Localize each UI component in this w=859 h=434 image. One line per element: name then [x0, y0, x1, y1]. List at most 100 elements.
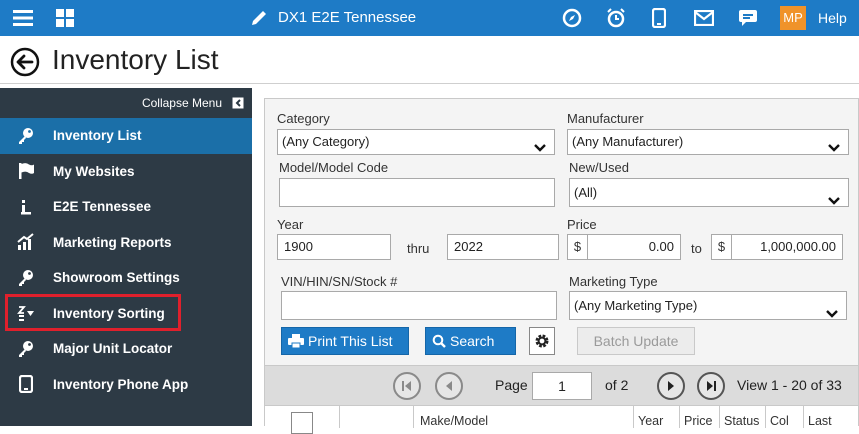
pencil-icon[interactable]: [248, 0, 270, 36]
model-input[interactable]: [279, 178, 555, 207]
sidebar-item-marketing-reports[interactable]: Marketing Reports: [0, 225, 252, 261]
chevron-down-icon: [826, 301, 838, 328]
print-list-label: Print This List: [308, 333, 393, 349]
compass-icon[interactable]: [560, 0, 584, 36]
back-arrow-icon[interactable]: [10, 47, 40, 82]
collapse-menu-label: Collapse Menu: [141, 96, 222, 110]
sidebar-item-major-unit-locator[interactable]: Major Unit Locator: [0, 331, 252, 367]
pagination-bar: Page 1 of 2 View 1 - 20 of 33: [265, 365, 858, 405]
collapse-menu-button[interactable]: Collapse Menu: [142, 96, 244, 110]
select-all-checkbox[interactable]: [291, 412, 313, 434]
page-label: Page: [495, 377, 528, 393]
search-label: Search: [450, 333, 495, 349]
view-range: View 1 - 20 of 33: [737, 377, 842, 393]
print-list-button[interactable]: Print This List: [281, 327, 409, 355]
price-to-value: 1,000,000.00: [760, 239, 836, 254]
sidebar-item-label: Showroom Settings: [53, 270, 180, 286]
page-count: of 2: [605, 377, 629, 393]
key-icon: [16, 126, 36, 146]
column-header-year[interactable]: Year: [633, 406, 679, 428]
price-to-input[interactable]: $ 1,000,000.00: [711, 234, 843, 260]
sidebar-item-label: Marketing Reports: [53, 234, 172, 250]
search-button[interactable]: Search: [425, 327, 516, 355]
sidebar-item-showroom-settings[interactable]: Showroom Settings: [0, 260, 252, 296]
column-header-blank: [339, 406, 413, 428]
sidebar-item-label: My Websites: [53, 163, 135, 179]
key-icon: [16, 339, 36, 359]
first-page-button[interactable]: [393, 372, 421, 400]
vin-input[interactable]: [281, 291, 557, 320]
chevron-down-icon: [828, 188, 840, 215]
table-header: Make/Model Year Price Status Col Last: [265, 405, 858, 434]
previous-page-icon: [446, 381, 452, 391]
category-label: Category: [277, 111, 330, 126]
page-number-input[interactable]: 1: [532, 372, 592, 400]
column-header-col[interactable]: Col: [765, 406, 803, 428]
marketing-type-label: Marketing Type: [569, 274, 658, 289]
new-used-value: (All): [574, 185, 598, 200]
column-header-status[interactable]: Status: [719, 406, 765, 428]
new-used-select[interactable]: (All): [569, 178, 849, 207]
sidebar-item-label: Inventory List: [53, 128, 142, 144]
first-page-icon: [402, 381, 411, 391]
chevron-down-icon: [828, 137, 840, 161]
marketing-type-select[interactable]: (Any Marketing Type): [569, 291, 847, 320]
main-content: Category (Any Category) Manufacturer (An…: [252, 88, 859, 434]
chevron-down-icon: [534, 137, 546, 161]
hamburger-menu-icon[interactable]: [10, 0, 36, 36]
settings-gear-button[interactable]: [529, 327, 555, 355]
year-to-input[interactable]: 2022: [447, 234, 559, 260]
last-page-icon: [707, 381, 716, 391]
column-header-price[interactable]: Price: [679, 406, 719, 428]
gear-icon: [535, 334, 549, 348]
page-title: Inventory List: [52, 44, 219, 75]
sidebar-item-my-websites[interactable]: My Websites: [0, 154, 252, 190]
sidebar-item-label: E2E Tennessee: [53, 199, 152, 215]
manufacturer-select[interactable]: (Any Manufacturer): [567, 129, 849, 155]
model-label: Model/Model Code: [279, 160, 389, 175]
search-icon: [432, 334, 446, 348]
price-from-input[interactable]: $ 0.00: [567, 234, 681, 260]
flag-icon: [16, 161, 36, 181]
last-page-button[interactable]: [697, 372, 725, 400]
marketing-type-value: (Any Marketing Type): [574, 298, 698, 313]
sidebar-nav: Inventory List My Websites E2E Tennessee…: [0, 118, 252, 402]
user-avatar[interactable]: MP: [780, 6, 806, 30]
year-thru-label: thru: [407, 241, 430, 256]
alarm-clock-icon[interactable]: [604, 0, 628, 36]
apps-grid-icon[interactable]: [52, 0, 78, 36]
help-link[interactable]: Help: [818, 0, 847, 36]
sidebar-item-label: Inventory Phone App: [53, 376, 189, 392]
mail-icon[interactable]: [692, 0, 716, 36]
app-title: DX1 E2E Tennessee: [278, 9, 417, 26]
column-header-make-model[interactable]: Make/Model: [413, 406, 633, 428]
mobile-phone-icon[interactable]: [648, 0, 670, 36]
currency-symbol: $: [568, 235, 588, 259]
sidebar-item-inventory-phone-app[interactable]: Inventory Phone App: [0, 367, 252, 403]
column-header-last[interactable]: Last: [803, 406, 858, 428]
price-from-value: 0.00: [648, 239, 674, 254]
new-used-label: New/Used: [569, 160, 629, 175]
key-icon: [16, 268, 36, 288]
category-value: (Any Category): [282, 134, 370, 149]
next-page-button[interactable]: [657, 372, 685, 400]
printer-icon: [288, 334, 304, 348]
category-select[interactable]: (Any Category): [277, 129, 555, 155]
filter-panel: Category (Any Category) Manufacturer (An…: [264, 98, 859, 434]
sidebar-item-label: Major Unit Locator: [53, 341, 173, 357]
sidebar-item-e2e-tennessee[interactable]: E2E Tennessee: [0, 189, 252, 225]
next-page-icon: [668, 381, 674, 391]
previous-page-button[interactable]: [435, 372, 463, 400]
year-from-input[interactable]: 1900: [277, 234, 391, 260]
highlight-box: [5, 294, 181, 331]
manufacturer-value: (Any Manufacturer): [572, 134, 684, 149]
mobile-phone-icon: [16, 374, 36, 394]
batch-update-button[interactable]: Batch Update: [577, 327, 695, 355]
chat-icon[interactable]: [736, 0, 760, 36]
chart-icon: [16, 232, 36, 252]
vin-label: VIN/HIN/SN/Stock #: [281, 274, 398, 289]
collapse-icon: [232, 97, 244, 109]
top-bar: DX1 E2E Tennessee MP Help: [0, 0, 859, 36]
sidebar-item-inventory-list[interactable]: Inventory List: [0, 118, 252, 154]
manufacturer-label: Manufacturer: [567, 111, 644, 126]
